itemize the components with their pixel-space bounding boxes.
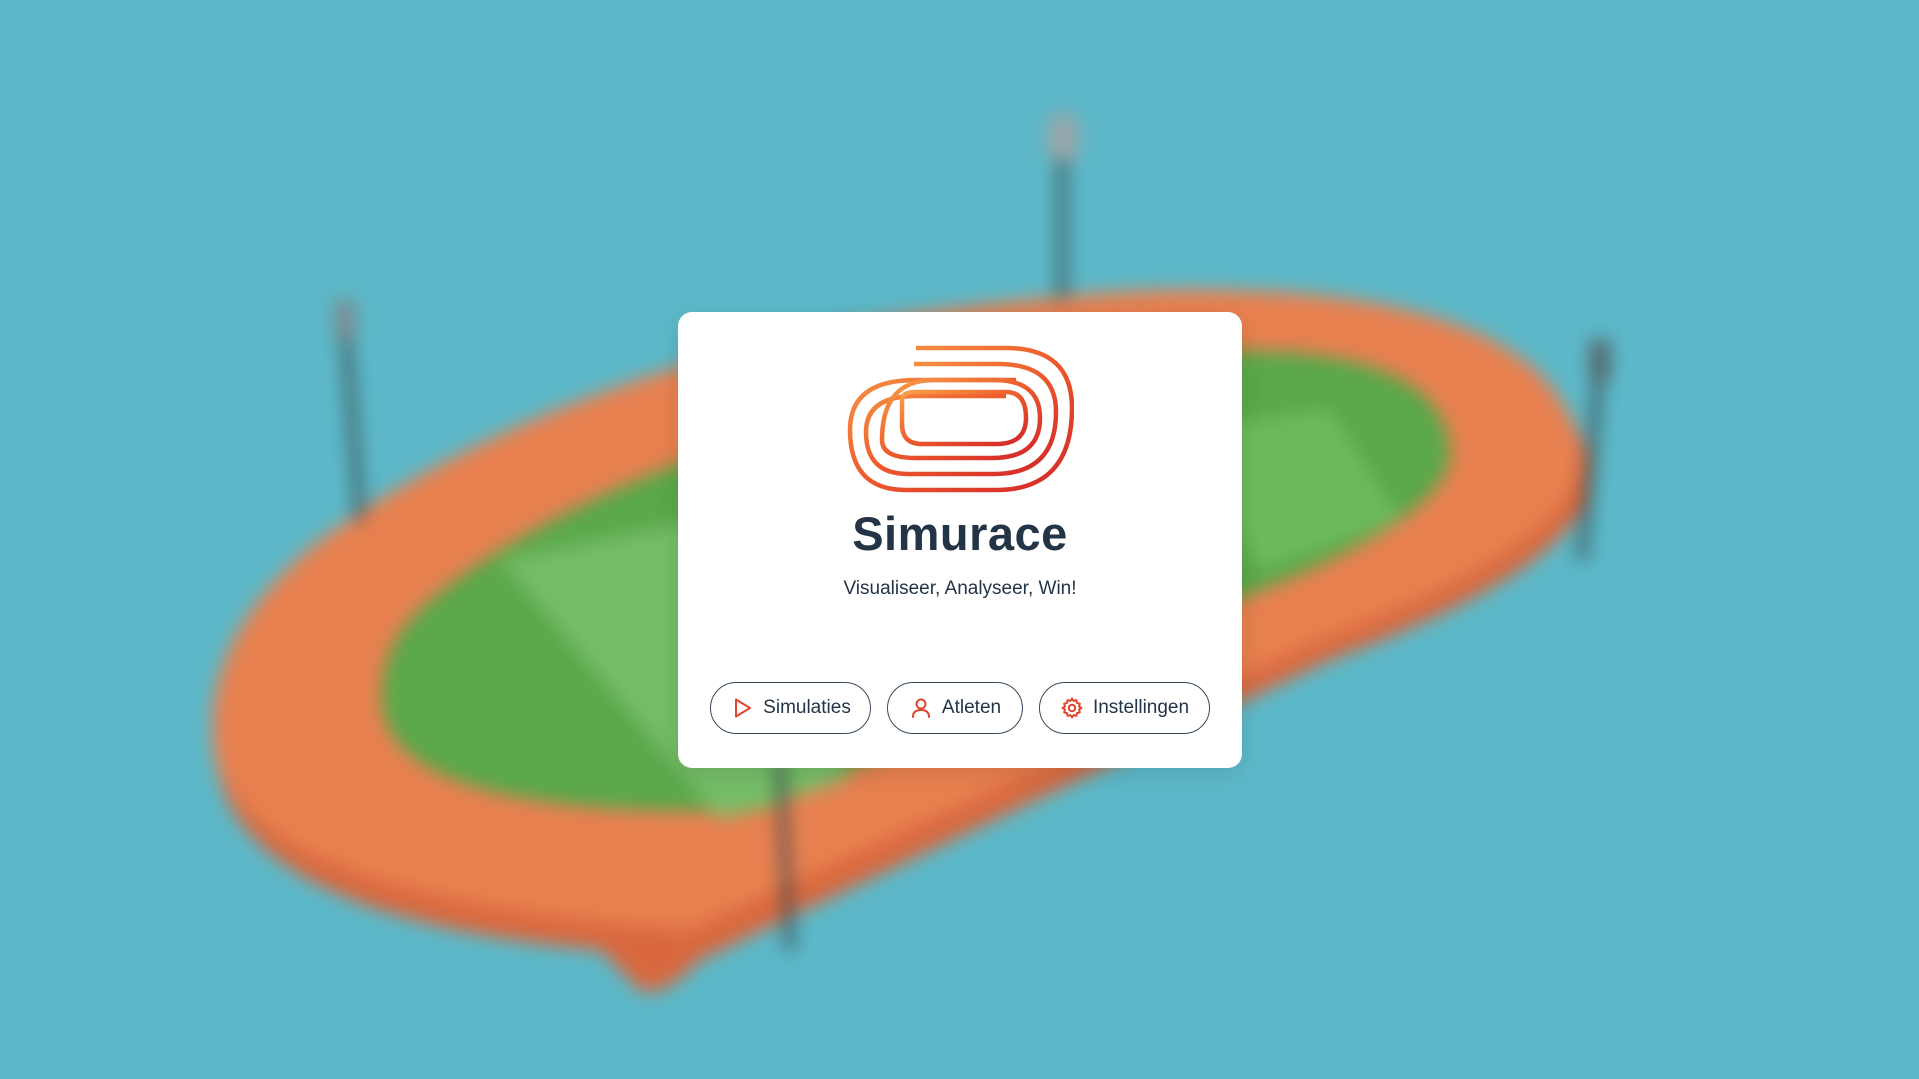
simurace-logo-icon bbox=[846, 340, 1075, 498]
app-title: Simurace bbox=[852, 507, 1068, 560]
play-icon bbox=[730, 696, 754, 720]
gear-icon bbox=[1060, 696, 1084, 720]
athletes-button-label: Atleten bbox=[941, 697, 1002, 718]
welcome-card: Simurace Visualiseer, Analyseer, Win! Si… bbox=[678, 312, 1242, 768]
simulations-button-label: Simulaties bbox=[763, 697, 851, 718]
user-icon bbox=[909, 696, 933, 720]
settings-button-label: Instellingen bbox=[1092, 697, 1190, 718]
action-bar: Simulaties Atleten Instellingen bbox=[710, 682, 1210, 734]
athletes-button[interactable]: Atleten bbox=[887, 682, 1023, 734]
simulations-button[interactable]: Simulaties bbox=[710, 682, 871, 734]
app-tagline: Visualiseer, Analyseer, Win! bbox=[843, 578, 1077, 599]
settings-button[interactable]: Instellingen bbox=[1039, 682, 1210, 734]
